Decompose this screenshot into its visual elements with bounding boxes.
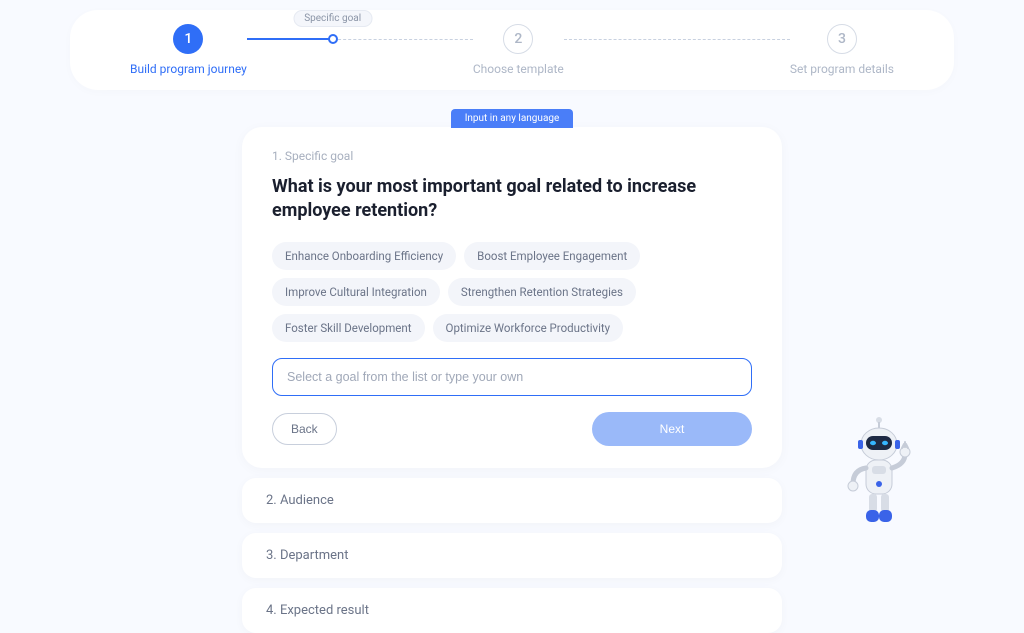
goal-suggestions: Enhance Onboarding Efficiency Boost Empl… bbox=[272, 242, 752, 342]
card-title: What is your most important goal related… bbox=[272, 175, 752, 224]
back-button[interactable]: Back bbox=[272, 413, 337, 445]
specific-goal-card: 1. Specific goal What is your most impor… bbox=[242, 127, 782, 468]
step-circle-2: 2 bbox=[503, 24, 533, 54]
card-step-label: 1. Specific goal bbox=[272, 149, 752, 163]
goal-input[interactable] bbox=[272, 358, 752, 396]
next-button[interactable]: Next bbox=[592, 412, 752, 446]
robot-mascot-icon bbox=[839, 414, 919, 534]
chip-cultural-integration[interactable]: Improve Cultural Integration bbox=[272, 278, 440, 306]
step-label-3: Set program details bbox=[790, 62, 894, 76]
chip-enhance-onboarding[interactable]: Enhance Onboarding Efficiency bbox=[272, 242, 456, 270]
connector-2-3 bbox=[564, 24, 790, 54]
expected-result-card[interactable]: 4. Expected result bbox=[242, 588, 782, 633]
step-label-2: Choose template bbox=[473, 62, 564, 76]
step-3[interactable]: 3 Set program details bbox=[790, 24, 894, 76]
progress-dot bbox=[328, 34, 338, 44]
step-label-1: Build program journey bbox=[130, 62, 247, 76]
chip-skill-development[interactable]: Foster Skill Development bbox=[272, 314, 425, 342]
substep-pill: Specific goal bbox=[293, 10, 372, 27]
stepper: 1 Build program journey Specific goal 2 … bbox=[70, 10, 954, 90]
connector-1-2: Specific goal bbox=[247, 24, 473, 54]
chip-boost-engagement[interactable]: Boost Employee Engagement bbox=[464, 242, 640, 270]
chip-workforce-productivity[interactable]: Optimize Workforce Productivity bbox=[433, 314, 624, 342]
chip-retention-strategies[interactable]: Strengthen Retention Strategies bbox=[448, 278, 636, 306]
step-2[interactable]: 2 Choose template bbox=[473, 24, 564, 76]
step-circle-3: 3 bbox=[827, 24, 857, 54]
audience-card[interactable]: 2. Audience bbox=[242, 478, 782, 523]
step-circle-1: 1 bbox=[173, 24, 203, 54]
language-pill: Input in any language bbox=[451, 109, 574, 128]
department-card[interactable]: 3. Department bbox=[242, 533, 782, 578]
step-1[interactable]: 1 Build program journey bbox=[130, 24, 247, 76]
